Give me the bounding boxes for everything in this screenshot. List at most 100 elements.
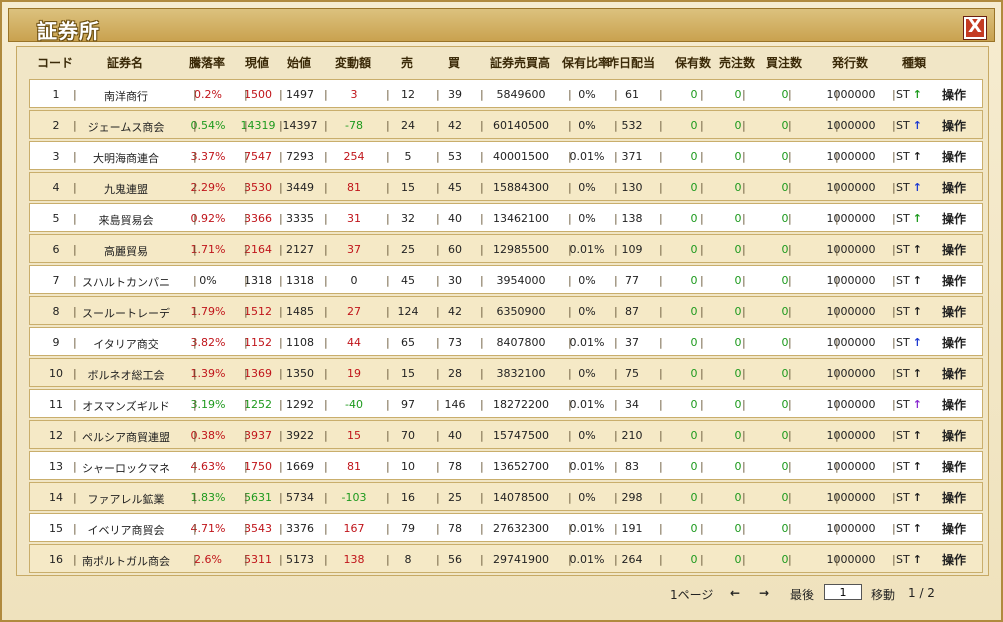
operate-button[interactable]: 操作 xyxy=(942,117,966,134)
cell-div: 37 xyxy=(625,336,639,349)
operate-button[interactable]: 操作 xyxy=(942,458,966,475)
operate-button[interactable]: 操作 xyxy=(942,148,966,165)
column-separator: | xyxy=(614,88,618,101)
cell-type: ST ↑ xyxy=(896,553,922,566)
cell-div: 371 xyxy=(621,150,643,163)
column-separator: | xyxy=(742,212,746,225)
cell-buyq: 0 xyxy=(781,367,789,380)
column-separator: | xyxy=(436,243,440,256)
cell-name: ボルネオ総工会 xyxy=(87,369,165,382)
cell-issued: 1000000 xyxy=(826,336,876,349)
column-separator: | xyxy=(742,305,746,318)
table-row: 16 南ポルトガル商会 2.6% 5311 5173 138 8 56 29741900 0.01… xyxy=(29,544,983,573)
column-separator: | xyxy=(480,553,484,566)
trend-arrow-icon: ↑ xyxy=(912,88,922,101)
column-separator: | xyxy=(659,491,663,504)
operate-button[interactable]: 操作 xyxy=(942,396,966,413)
column-separator: | xyxy=(436,119,440,132)
prev-page-button[interactable]: ← xyxy=(730,586,740,600)
column-separator: | xyxy=(614,212,618,225)
table-row: 2 ジェームス商会 0.54% 14319 14397 -78 24 42 60140500 0%… xyxy=(29,110,983,139)
column-separator: | xyxy=(788,119,792,132)
column-separator: | xyxy=(386,553,390,566)
column-separator: | xyxy=(480,212,484,225)
operate-button[interactable]: 操作 xyxy=(942,551,966,568)
column-separator: | xyxy=(659,119,663,132)
column-separator: | xyxy=(436,522,440,535)
cell-name: 大明海商連合 xyxy=(93,152,159,165)
operate-button[interactable]: 操作 xyxy=(942,427,966,444)
column-separator: | xyxy=(279,367,283,380)
type-label: ST xyxy=(896,305,910,318)
operate-button[interactable]: 操作 xyxy=(942,489,966,506)
column-separator: | xyxy=(244,243,248,256)
page-indicator: 1ページ xyxy=(670,588,714,602)
table-row: 12 ペルシア商貿連盟 0.38% 3937 3922 15 70 40 15747500 0% 2… xyxy=(29,420,983,449)
type-label: ST xyxy=(896,522,910,535)
column-separator: | xyxy=(386,460,390,473)
column-separator: | xyxy=(193,460,197,473)
cell-buyq: 0 xyxy=(781,522,789,535)
column-separator: | xyxy=(480,460,484,473)
operate-button[interactable]: 操作 xyxy=(942,272,966,289)
cell-volume: 60140500 xyxy=(493,119,549,132)
column-separator: | xyxy=(659,460,663,473)
column-separator: | xyxy=(73,429,77,442)
go-page-button[interactable]: 移動 xyxy=(871,586,895,603)
cell-div: 264 xyxy=(621,553,643,566)
column-separator: | xyxy=(614,336,618,349)
trend-arrow-icon: ↑ xyxy=(912,243,922,256)
cell-name: シャーロックマネ xyxy=(82,462,170,475)
cell-buyq: 0 xyxy=(781,88,789,101)
table-row: 5 来島貿易会 0.92% 3366 3335 31 32 40 13462100 0% 138 0 0… xyxy=(29,203,983,232)
table-row: 3 大明海商連合 3.37% 7547 7293 254 5 53 40001500 0.01% 3… xyxy=(29,141,983,170)
operate-button[interactable]: 操作 xyxy=(942,210,966,227)
column-separator: | xyxy=(659,274,663,287)
operate-button[interactable]: 操作 xyxy=(942,241,966,258)
column-separator: | xyxy=(193,243,197,256)
type-label: ST xyxy=(896,274,910,287)
cell-buyq: 0 xyxy=(781,491,789,504)
column-separator: | xyxy=(386,274,390,287)
operate-button[interactable]: 操作 xyxy=(942,179,966,196)
page-number-input[interactable] xyxy=(824,584,862,600)
cell-name: 九鬼連盟 xyxy=(104,183,148,196)
column-separator: | xyxy=(788,491,792,504)
column-separator: | xyxy=(788,212,792,225)
cell-issued: 1000000 xyxy=(826,274,876,287)
column-separator: | xyxy=(700,212,704,225)
cell-name: スールートレーデ xyxy=(82,307,170,320)
operate-button[interactable]: 操作 xyxy=(942,86,966,103)
column-separator: | xyxy=(568,212,572,225)
cell-type: ST ↑ xyxy=(896,336,922,349)
column-separator: | xyxy=(659,429,663,442)
column-separator: | xyxy=(193,398,197,411)
column-separator: | xyxy=(614,491,618,504)
cell-buyq: 0 xyxy=(781,243,789,256)
type-label: ST xyxy=(896,398,910,411)
next-page-button[interactable]: → xyxy=(759,586,769,600)
column-separator: | xyxy=(244,88,248,101)
operate-button[interactable]: 操作 xyxy=(942,303,966,320)
last-page-button[interactable]: 最後 xyxy=(790,586,814,603)
cell-div: 83 xyxy=(625,460,639,473)
column-separator: | xyxy=(279,119,283,132)
trend-arrow-icon: ↑ xyxy=(912,212,922,225)
column-separator: | xyxy=(324,119,328,132)
trend-arrow-icon: ↑ xyxy=(912,398,922,411)
column-separator: | xyxy=(480,243,484,256)
cell-name: 来島貿易会 xyxy=(98,214,154,227)
column-separator: | xyxy=(700,367,704,380)
close-button[interactable]: X xyxy=(963,16,987,40)
operate-button[interactable]: 操作 xyxy=(942,334,966,351)
operate-button[interactable]: 操作 xyxy=(942,520,966,537)
column-separator: | xyxy=(386,305,390,318)
cell-type: ST ↑ xyxy=(896,491,922,504)
column-separator: | xyxy=(568,150,572,163)
operate-button[interactable]: 操作 xyxy=(942,365,966,382)
column-separator: | xyxy=(73,243,77,256)
cell-issued: 1000000 xyxy=(826,522,876,535)
column-separator: | xyxy=(193,429,197,442)
column-separator: | xyxy=(244,522,248,535)
column-separator: | xyxy=(742,150,746,163)
